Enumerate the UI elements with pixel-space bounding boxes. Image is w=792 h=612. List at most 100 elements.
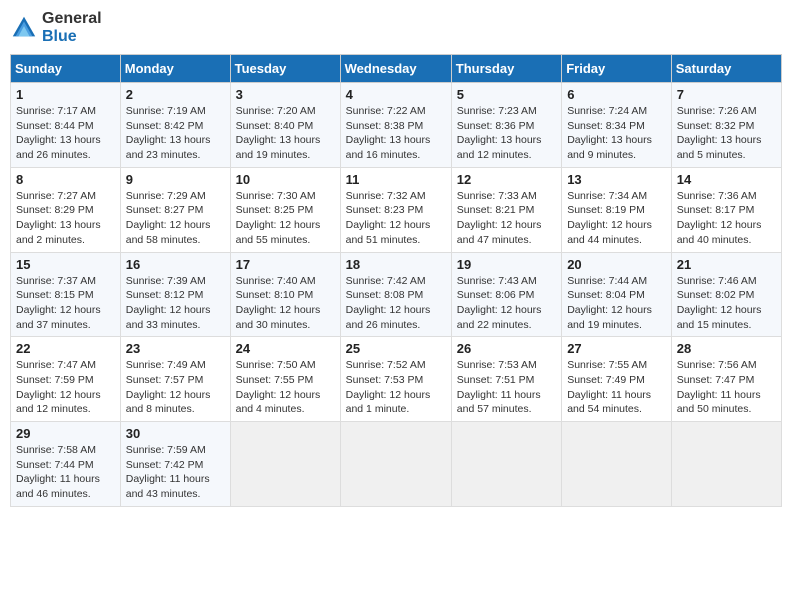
table-row [671,422,781,507]
day-info: Sunrise: 7:47 AMSunset: 7:59 PMDaylight:… [16,358,115,417]
day-number: 8 [16,172,115,187]
day-info: Sunrise: 7:56 AMSunset: 7:47 PMDaylight:… [677,358,776,417]
day-number: 11 [346,172,446,187]
day-info: Sunrise: 7:58 AMSunset: 7:44 PMDaylight:… [16,443,115,502]
table-row: 11 Sunrise: 7:32 AMSunset: 8:23 PMDayligh… [340,167,451,252]
day-number: 13 [567,172,666,187]
table-row: 30Sunrise: 7:59 AMSunset: 7:42 PMDayligh… [120,422,230,507]
table-row: 25Sunrise: 7:52 AMSunset: 7:53 PMDayligh… [340,337,451,422]
table-row: 26 Sunrise: 7:53 AMSunset: 7:51 PMDayligh… [451,337,561,422]
day-number: 3 [236,87,335,102]
table-row: 8 Sunrise: 7:27 AMSunset: 8:29 PMDaylight… [11,167,121,252]
day-number: 27 [567,341,666,356]
table-row: 17Sunrise: 7:40 AMSunset: 8:10 PMDayligh… [230,252,340,337]
day-info: Sunrise: 7:55 AMSunset: 7:49 PMDaylight:… [567,358,666,417]
day-number: 1 [16,87,115,102]
logo-icon [10,14,38,42]
day-number: 24 [236,341,335,356]
col-wednesday: Wednesday [340,55,451,83]
day-number: 4 [346,87,446,102]
day-number: 6 [567,87,666,102]
table-row: 12 Sunrise: 7:33 AMSunset: 8:21 PMDayligh… [451,167,561,252]
logo-text-general: General [42,10,102,28]
calendar-week-row: 15 Sunrise: 7:37 AMSunset: 8:15 PMDayligh… [11,252,782,337]
day-info: Sunrise: 7:30 AMSunset: 8:25 PMDaylight:… [236,189,335,248]
table-row [562,422,672,507]
calendar-week-row: 1 Sunrise: 7:17 AMSunset: 8:44 PMDaylight… [11,83,782,168]
day-info: Sunrise: 7:24 AMSunset: 8:34 PMDaylight:… [567,104,666,163]
day-info: Sunrise: 7:52 AMSunset: 7:53 PMDaylight:… [346,358,446,417]
table-row: 28 Sunrise: 7:56 AMSunset: 7:47 PMDayligh… [671,337,781,422]
table-row [451,422,561,507]
day-info: Sunrise: 7:59 AMSunset: 7:42 PMDaylight:… [126,443,225,502]
day-info: Sunrise: 7:39 AMSunset: 8:12 PMDaylight:… [126,274,225,333]
table-row: 22 Sunrise: 7:47 AMSunset: 7:59 PMDayligh… [11,337,121,422]
logo: General Blue [10,10,102,46]
table-row: 27 Sunrise: 7:55 AMSunset: 7:49 PMDayligh… [562,337,672,422]
day-info: Sunrise: 7:43 AMSunset: 8:06 PMDaylight:… [457,274,556,333]
day-number: 21 [677,257,776,272]
day-info: Sunrise: 7:36 AMSunset: 8:17 PMDaylight:… [677,189,776,248]
table-row: 13 Sunrise: 7:34 AMSunset: 8:19 PMDayligh… [562,167,672,252]
col-tuesday: Tuesday [230,55,340,83]
day-number: 14 [677,172,776,187]
table-row: 20 Sunrise: 7:44 AMSunset: 8:04 PMDayligh… [562,252,672,337]
day-number: 5 [457,87,556,102]
table-row: 23 Sunrise: 7:49 AMSunset: 7:57 PMDayligh… [120,337,230,422]
day-number: 12 [457,172,556,187]
day-number: 19 [457,257,556,272]
day-number: 17 [236,257,335,272]
table-row [230,422,340,507]
day-number: 7 [677,87,776,102]
day-info: Sunrise: 7:20 AMSunset: 8:40 PMDaylight:… [236,104,335,163]
col-saturday: Saturday [671,55,781,83]
table-row [340,422,451,507]
table-row: 5 Sunrise: 7:23 AMSunset: 8:36 PMDaylight… [451,83,561,168]
col-thursday: Thursday [451,55,561,83]
day-number: 15 [16,257,115,272]
col-monday: Monday [120,55,230,83]
table-row: 4Sunrise: 7:22 AMSunset: 8:38 PMDaylight… [340,83,451,168]
day-info: Sunrise: 7:32 AMSunset: 8:23 PMDaylight:… [346,189,446,248]
day-info: Sunrise: 7:29 AMSunset: 8:27 PMDaylight:… [126,189,225,248]
day-info: Sunrise: 7:17 AMSunset: 8:44 PMDaylight:… [16,104,115,163]
table-row: 3 Sunrise: 7:20 AMSunset: 8:40 PMDaylight… [230,83,340,168]
day-info: Sunrise: 7:44 AMSunset: 8:04 PMDaylight:… [567,274,666,333]
table-row: 24Sunrise: 7:50 AMSunset: 7:55 PMDayligh… [230,337,340,422]
col-sunday: Sunday [11,55,121,83]
table-row: 15 Sunrise: 7:37 AMSunset: 8:15 PMDayligh… [11,252,121,337]
day-number: 10 [236,172,335,187]
day-info: Sunrise: 7:26 AMSunset: 8:32 PMDaylight:… [677,104,776,163]
table-row: 18 Sunrise: 7:42 AMSunset: 8:08 PMDayligh… [340,252,451,337]
calendar-week-row: 29 Sunrise: 7:58 AMSunset: 7:44 PMDayligh… [11,422,782,507]
table-row: 9Sunrise: 7:29 AMSunset: 8:27 PMDaylight… [120,167,230,252]
day-number: 23 [126,341,225,356]
day-number: 18 [346,257,446,272]
table-row: 7 Sunrise: 7:26 AMSunset: 8:32 PMDaylight… [671,83,781,168]
calendar-table: Sunday Monday Tuesday Wednesday Thursday… [10,54,782,507]
day-number: 28 [677,341,776,356]
day-info: Sunrise: 7:34 AMSunset: 8:19 PMDaylight:… [567,189,666,248]
day-info: Sunrise: 7:42 AMSunset: 8:08 PMDaylight:… [346,274,446,333]
table-row: 10 Sunrise: 7:30 AMSunset: 8:25 PMDayligh… [230,167,340,252]
table-row: 6 Sunrise: 7:24 AMSunset: 8:34 PMDaylight… [562,83,672,168]
day-info: Sunrise: 7:23 AMSunset: 8:36 PMDaylight:… [457,104,556,163]
day-info: Sunrise: 7:49 AMSunset: 7:57 PMDaylight:… [126,358,225,417]
day-info: Sunrise: 7:27 AMSunset: 8:29 PMDaylight:… [16,189,115,248]
table-row: 21Sunrise: 7:46 AMSunset: 8:02 PMDayligh… [671,252,781,337]
table-row: 1 Sunrise: 7:17 AMSunset: 8:44 PMDaylight… [11,83,121,168]
calendar-week-row: 22 Sunrise: 7:47 AMSunset: 7:59 PMDayligh… [11,337,782,422]
day-number: 2 [126,87,225,102]
day-number: 16 [126,257,225,272]
table-row: 14 Sunrise: 7:36 AMSunset: 8:17 PMDayligh… [671,167,781,252]
day-info: Sunrise: 7:19 AMSunset: 8:42 PMDaylight:… [126,104,225,163]
day-number: 22 [16,341,115,356]
day-number: 29 [16,426,115,441]
day-info: Sunrise: 7:37 AMSunset: 8:15 PMDaylight:… [16,274,115,333]
day-number: 26 [457,341,556,356]
day-number: 20 [567,257,666,272]
day-info: Sunrise: 7:33 AMSunset: 8:21 PMDaylight:… [457,189,556,248]
calendar-header-row: Sunday Monday Tuesday Wednesday Thursday… [11,55,782,83]
day-info: Sunrise: 7:53 AMSunset: 7:51 PMDaylight:… [457,358,556,417]
header: General Blue [10,10,782,46]
